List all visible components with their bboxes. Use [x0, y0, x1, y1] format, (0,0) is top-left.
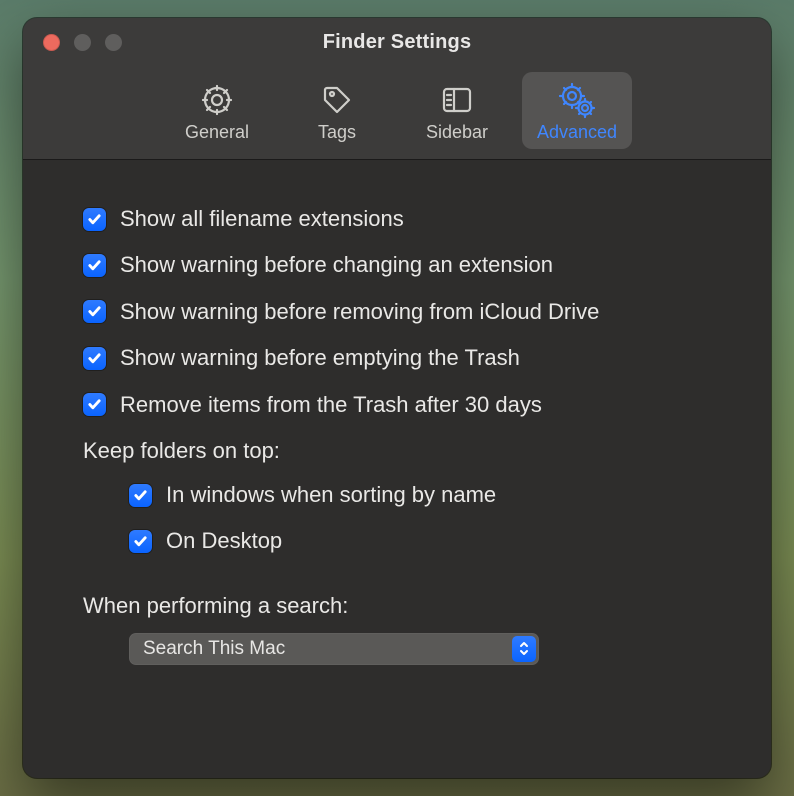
checkmark-icon: [83, 254, 106, 277]
checkbox-warn-icloud-remove[interactable]: Show warning before removing from iCloud…: [83, 299, 711, 325]
search-scope-select[interactable]: Search This Mac: [129, 633, 539, 665]
checkbox-warn-empty-trash[interactable]: Show warning before emptying the Trash: [83, 345, 711, 371]
tab-label: Advanced: [537, 122, 617, 143]
titlebar-area: Finder Settings General Tags: [23, 18, 771, 160]
select-value: Search This Mac: [143, 638, 285, 660]
traffic-lights: [43, 34, 122, 51]
checkbox-label: Remove items from the Trash after 30 day…: [120, 392, 542, 418]
checkmark-icon: [83, 347, 106, 370]
checkbox-label: Show warning before changing an extensio…: [120, 252, 553, 278]
checkmark-icon: [129, 530, 152, 553]
checkbox-keep-on-desktop[interactable]: On Desktop: [129, 528, 711, 554]
tab-advanced[interactable]: Advanced: [522, 72, 632, 149]
up-down-icon: [512, 636, 536, 662]
search-section-label: When performing a search:: [83, 593, 711, 619]
sidebar-icon: [437, 80, 477, 120]
tab-sidebar[interactable]: Sidebar: [402, 72, 512, 149]
titlebar: Finder Settings: [23, 18, 771, 66]
checkmark-icon: [129, 484, 152, 507]
checkbox-show-extensions[interactable]: Show all filename extensions: [83, 206, 711, 232]
keep-folders-on-top-label: Keep folders on top:: [83, 438, 711, 464]
gear-icon: [197, 80, 237, 120]
tab-label: General: [185, 122, 249, 143]
zoom-button[interactable]: [105, 34, 122, 51]
toolbar: General Tags Sidebar: [23, 66, 771, 153]
tab-label: Tags: [318, 122, 356, 143]
window-title: Finder Settings: [323, 31, 472, 54]
close-button[interactable]: [43, 34, 60, 51]
checkbox-label: Show warning before emptying the Trash: [120, 345, 520, 371]
tab-tags[interactable]: Tags: [282, 72, 392, 149]
checkbox-label: Show all filename extensions: [120, 206, 404, 232]
checkmark-icon: [83, 300, 106, 323]
tab-label: Sidebar: [426, 122, 488, 143]
checkbox-warn-change-extension[interactable]: Show warning before changing an extensio…: [83, 252, 711, 278]
checkbox-keep-windows-sort[interactable]: In windows when sorting by name: [129, 482, 711, 508]
checkbox-label: In windows when sorting by name: [166, 482, 496, 508]
finder-settings-window: Finder Settings General Tags: [23, 18, 771, 778]
minimize-button[interactable]: [74, 34, 91, 51]
tag-icon: [317, 80, 357, 120]
gears-icon: [557, 80, 597, 120]
checkbox-label: Show warning before removing from iCloud…: [120, 299, 599, 325]
checkmark-icon: [83, 208, 106, 231]
checkbox-trash-30-days[interactable]: Remove items from the Trash after 30 day…: [83, 392, 711, 418]
checkbox-label: On Desktop: [166, 528, 282, 554]
content-area: Show all filename extensions Show warnin…: [23, 160, 771, 705]
checkmark-icon: [83, 393, 106, 416]
tab-general[interactable]: General: [162, 72, 272, 149]
